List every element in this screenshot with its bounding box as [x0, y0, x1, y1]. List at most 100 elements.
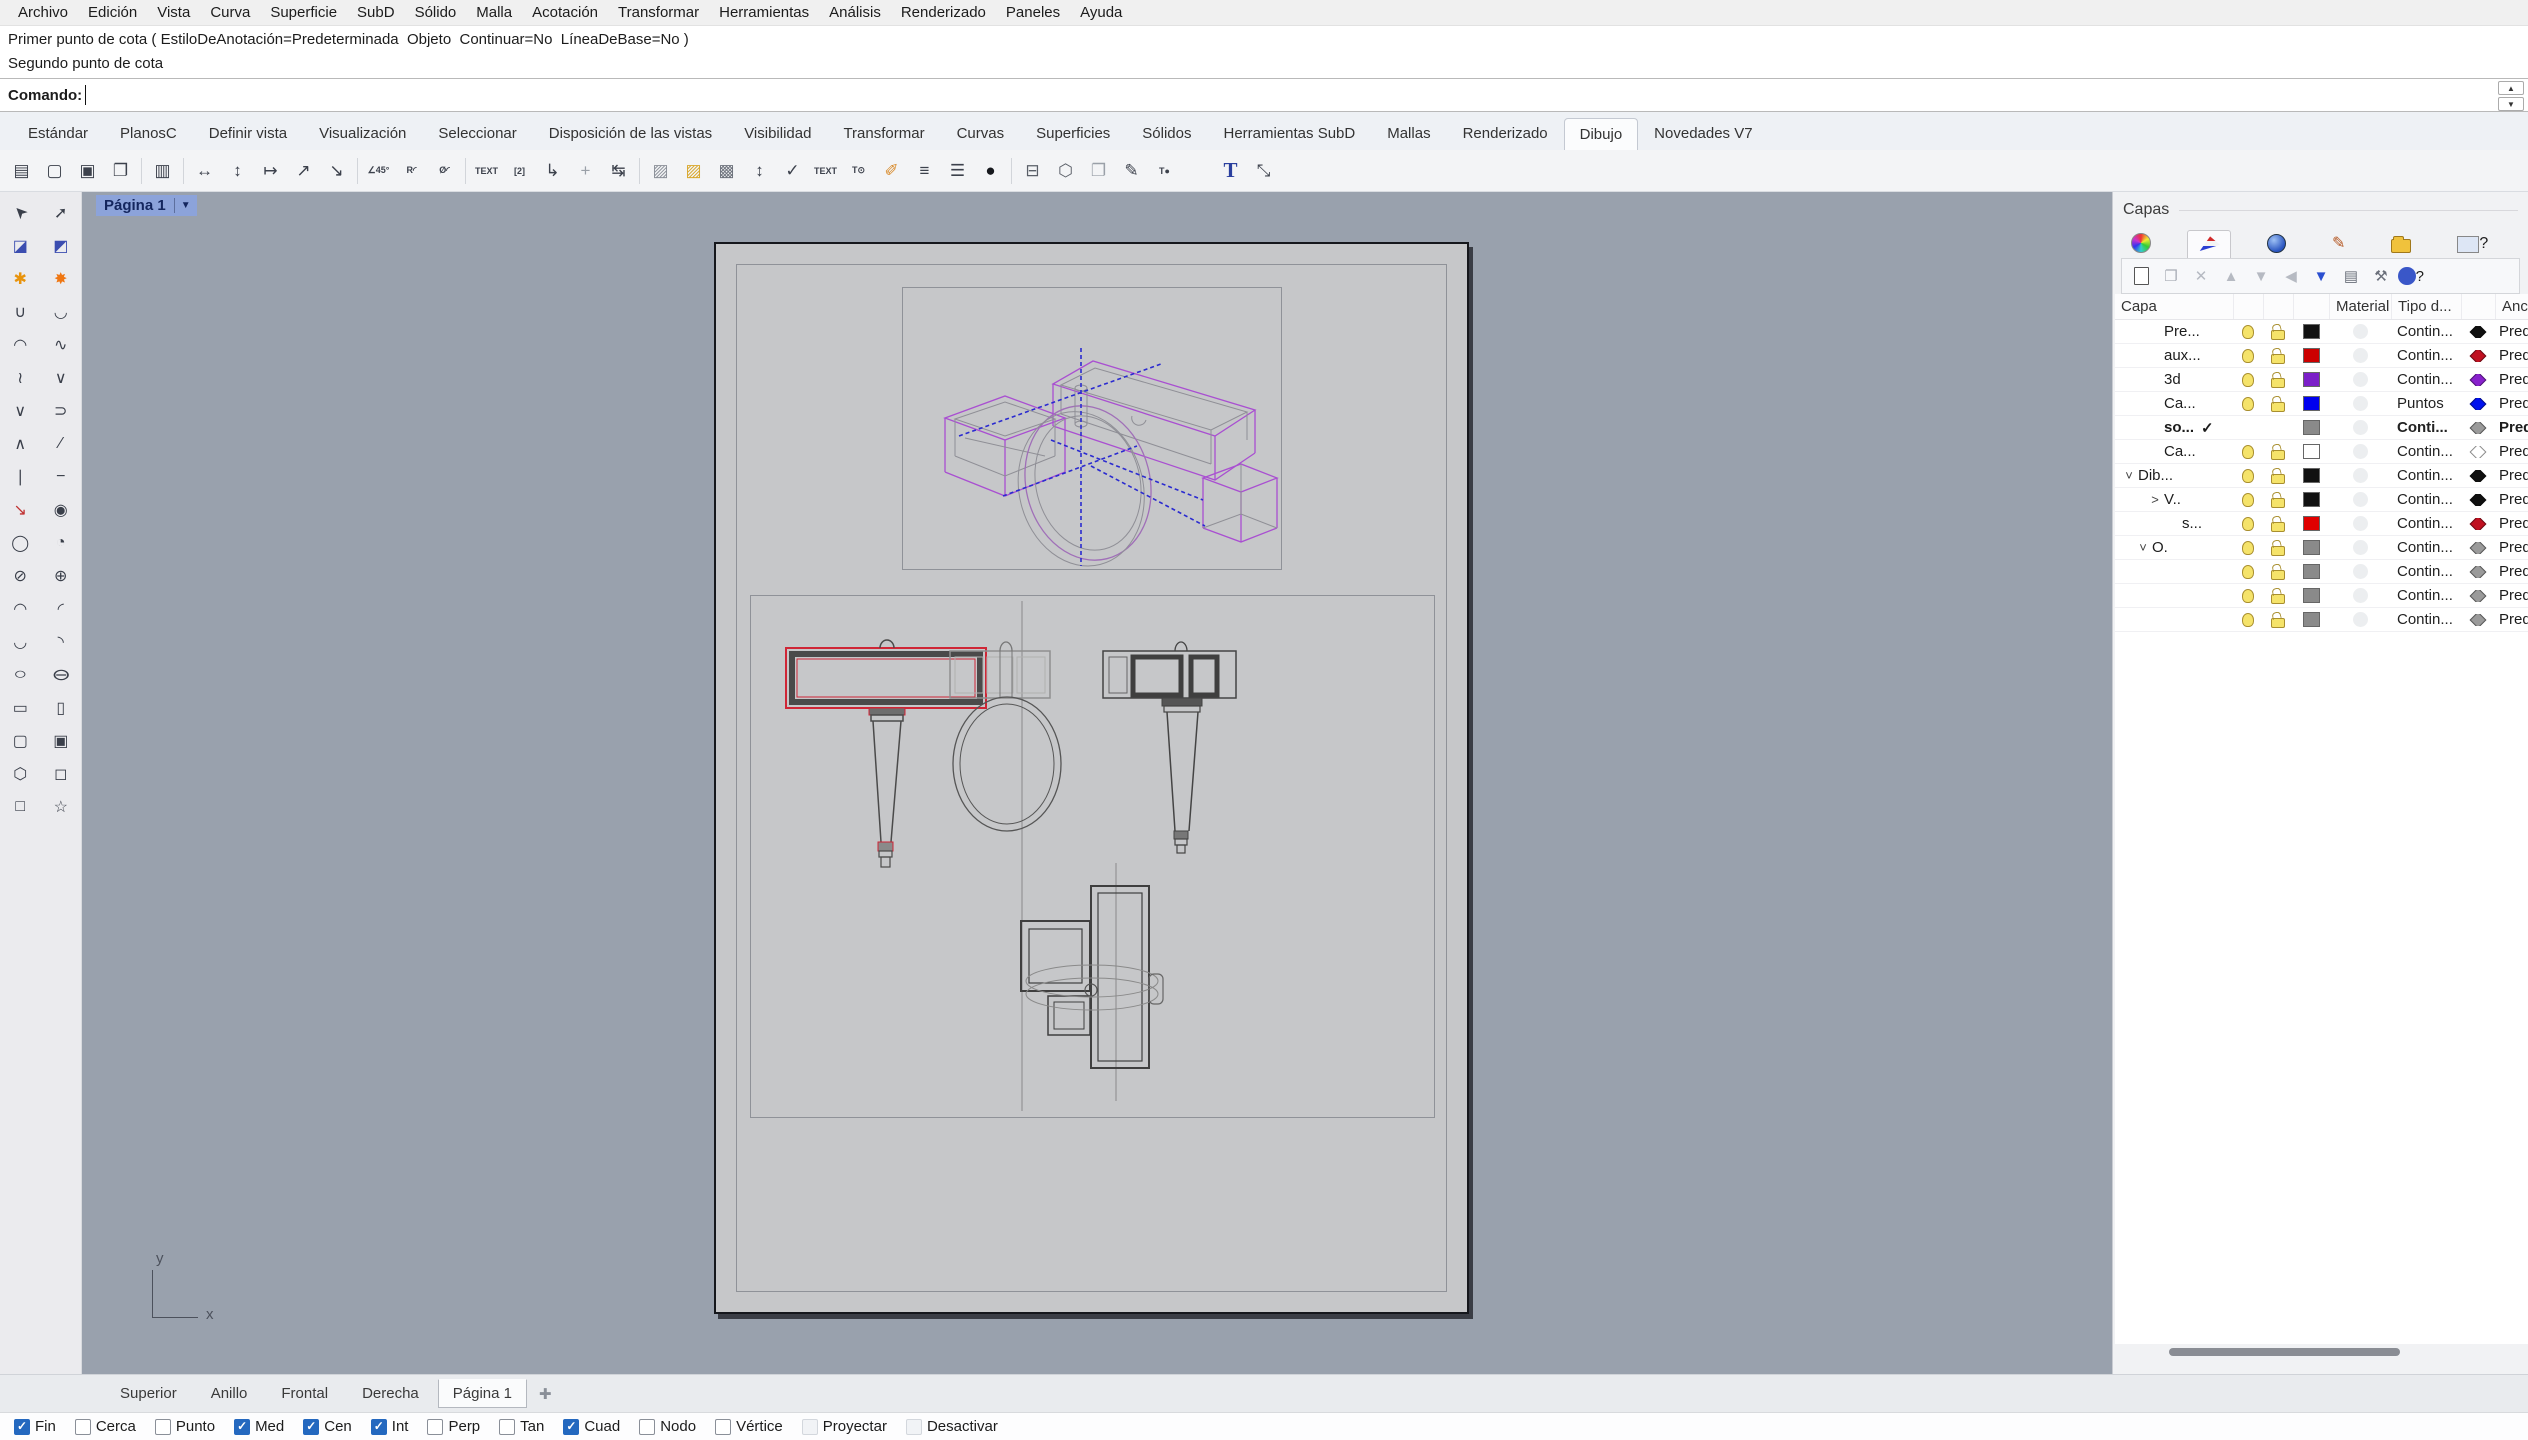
line-icon[interactable]: ∕	[41, 427, 82, 460]
layer-row[interactable]: 3d ✓ Contin... Pred	[2115, 368, 2528, 392]
dim-linear-icon[interactable]: ↔	[189, 155, 220, 186]
star-icon[interactable]: ☆	[41, 790, 82, 823]
layer-linetype[interactable]: Contin...	[2391, 563, 2461, 580]
dim-baseline-icon[interactable]: ↹	[603, 155, 634, 186]
layer-lock-icon[interactable]	[2271, 521, 2285, 532]
dim-check-icon[interactable]: ✓	[777, 155, 808, 186]
menu-item[interactable]: Malla	[466, 2, 522, 23]
layer-material-icon[interactable]	[2352, 564, 2368, 579]
layer-row[interactable]: aux... ✓ Contin... Pred	[2115, 344, 2528, 368]
shapes-stack-icon[interactable]: ❐	[1083, 155, 1114, 186]
osnap-toggle[interactable]: Fin	[14, 1418, 56, 1435]
layer-row[interactable]: Pre... ✓ Contin... Pred	[2115, 320, 2528, 344]
centermark-icon[interactable]: +	[570, 155, 601, 186]
layer-print-width[interactable]: Pred	[2495, 443, 2528, 460]
layer-print-width[interactable]: Pred	[2495, 395, 2528, 412]
layout-viewport[interactable]: Página 1 ▼ y x	[82, 192, 2112, 1374]
layer-lock-icon[interactable]	[2271, 569, 2285, 580]
column-print-color[interactable]	[2461, 294, 2495, 319]
menu-item[interactable]: Análisis	[819, 2, 891, 23]
dim-radius-icon[interactable]: R◜	[396, 155, 427, 186]
layer-color-swatch[interactable]	[2302, 564, 2320, 579]
ribbon-tab[interactable]: Curvas	[941, 117, 1021, 150]
scale-2d-icon[interactable]: ⤡	[1248, 155, 1279, 186]
layer-row[interactable]: ˅ O. ✓ Contin... Pred	[2115, 536, 2528, 560]
layer-print-width[interactable]: Pred	[2495, 491, 2528, 508]
add-viewport-icon[interactable]: ✚	[531, 1381, 560, 1407]
checkbox-icon[interactable]	[14, 1418, 30, 1435]
dim-angle-icon[interactable]: ∠45°	[363, 155, 394, 186]
ribbon-tab[interactable]: PlanosC	[104, 117, 193, 150]
checkbox-icon[interactable]	[715, 1418, 732, 1435]
move-left-icon[interactable]: ◀	[2278, 263, 2304, 289]
osnap-toggle[interactable]: Tan	[499, 1418, 544, 1435]
layer-lock-icon[interactable]	[2271, 497, 2285, 508]
layer-print-color-icon[interactable]	[2469, 421, 2487, 434]
layer-color-swatch[interactable]	[2302, 348, 2320, 363]
layer-print-color-icon[interactable]	[2469, 589, 2487, 602]
viewport-tab[interactable]: Derecha	[347, 1379, 434, 1408]
layer-lock-icon[interactable]	[2271, 617, 2285, 628]
control-points-curve-icon[interactable]: ∪	[0, 295, 41, 328]
tools-hammer-icon[interactable]: ⚒	[2368, 263, 2394, 289]
layer-linetype[interactable]: Contin...	[2391, 323, 2461, 340]
menu-item[interactable]: Curva	[200, 2, 260, 23]
layer-color-swatch[interactable]	[2302, 492, 2320, 507]
layer-linetype[interactable]: Contin...	[2391, 371, 2461, 388]
rectangle-icon[interactable]: ▭	[0, 691, 41, 724]
render-sphere-icon[interactable]	[2257, 229, 2296, 258]
polygon-icon[interactable]: ⬡	[0, 757, 41, 790]
layer-linetype[interactable]: Contin...	[2391, 491, 2461, 508]
layer-visibility-bulb-icon[interactable]	[2242, 540, 2254, 555]
hatch-double-icon[interactable]: ▩	[711, 155, 742, 186]
menu-item[interactable]: SubD	[347, 2, 405, 23]
menu-item[interactable]: Vista	[147, 2, 200, 23]
layer-material-icon[interactable]	[2352, 324, 2368, 339]
menu-item[interactable]: Ayuda	[1070, 2, 1132, 23]
dim-diameter-icon[interactable]: Ø◜	[429, 155, 460, 186]
circle-diameter-icon[interactable]: ⊘	[0, 559, 41, 592]
ribbon-tab[interactable]: Disposición de las vistas	[533, 117, 728, 150]
ribbon-tab[interactable]: Dibujo	[1563, 118, 1639, 150]
layer-visibility-bulb-icon[interactable]	[2242, 612, 2254, 627]
osnap-toggle[interactable]: Cerca	[74, 1418, 136, 1435]
layer-print-color-icon[interactable]	[2469, 373, 2487, 386]
column-material[interactable]: Material	[2329, 294, 2391, 319]
layer-material-icon[interactable]	[2352, 612, 2368, 627]
menu-item[interactable]: Renderizado	[891, 2, 996, 23]
viewport-tab[interactable]: Página 1	[437, 1379, 527, 1408]
layer-lock-icon[interactable]	[2271, 377, 2285, 388]
layer-visibility-bulb-icon[interactable]	[2242, 348, 2254, 363]
line-segment-icon[interactable]: −	[41, 460, 82, 493]
column-capa[interactable]: Capa	[2115, 294, 2233, 319]
ribbon-tab[interactable]: Herramientas SubD	[1208, 117, 1372, 150]
layer-linetype[interactable]: Contin...	[2391, 515, 2461, 532]
layer-expander-icon[interactable]: ˅	[2137, 540, 2149, 555]
layer-linetype[interactable]: Contin...	[2391, 467, 2461, 484]
text-edit-icon[interactable]: TEXT	[810, 155, 841, 186]
layer-material-icon[interactable]	[2352, 540, 2368, 555]
layer-print-color-icon[interactable]	[2469, 349, 2487, 362]
layer-print-color-icon[interactable]	[2469, 397, 2487, 410]
folder-icon[interactable]	[2381, 234, 2421, 258]
layer-linetype[interactable]: Contin...	[2391, 443, 2461, 460]
command-prompt-row[interactable]: Comando: ▲ ▼	[0, 78, 2528, 112]
osnap-toggle[interactable]: Med	[234, 1418, 284, 1435]
separator[interactable]	[138, 157, 145, 185]
layer-row[interactable]: so... ✓ Conti... Pred	[2115, 416, 2528, 440]
menu-item[interactable]: Paneles	[996, 2, 1070, 23]
layer-lock-icon[interactable]	[2271, 353, 2285, 364]
new-layer-icon[interactable]	[2128, 263, 2154, 289]
menu-item[interactable]: Herramientas	[709, 2, 819, 23]
separator[interactable]	[354, 157, 361, 185]
layer-material-icon[interactable]	[2352, 372, 2368, 387]
dim-ordinate-icon[interactable]: [2]	[504, 155, 535, 186]
checkbox-icon[interactable]	[801, 1418, 818, 1435]
layer-color-swatch[interactable]	[2302, 444, 2320, 459]
layer-print-color-icon[interactable]	[2469, 613, 2487, 626]
layer-print-width[interactable]: Pred	[2495, 611, 2528, 628]
layer-material-icon[interactable]	[2352, 348, 2368, 363]
scrollbar-thumb[interactable]	[2168, 1348, 2401, 1356]
ribbon-tab[interactable]: Transformar	[827, 117, 940, 150]
checkbox-icon[interactable]	[427, 1418, 444, 1435]
